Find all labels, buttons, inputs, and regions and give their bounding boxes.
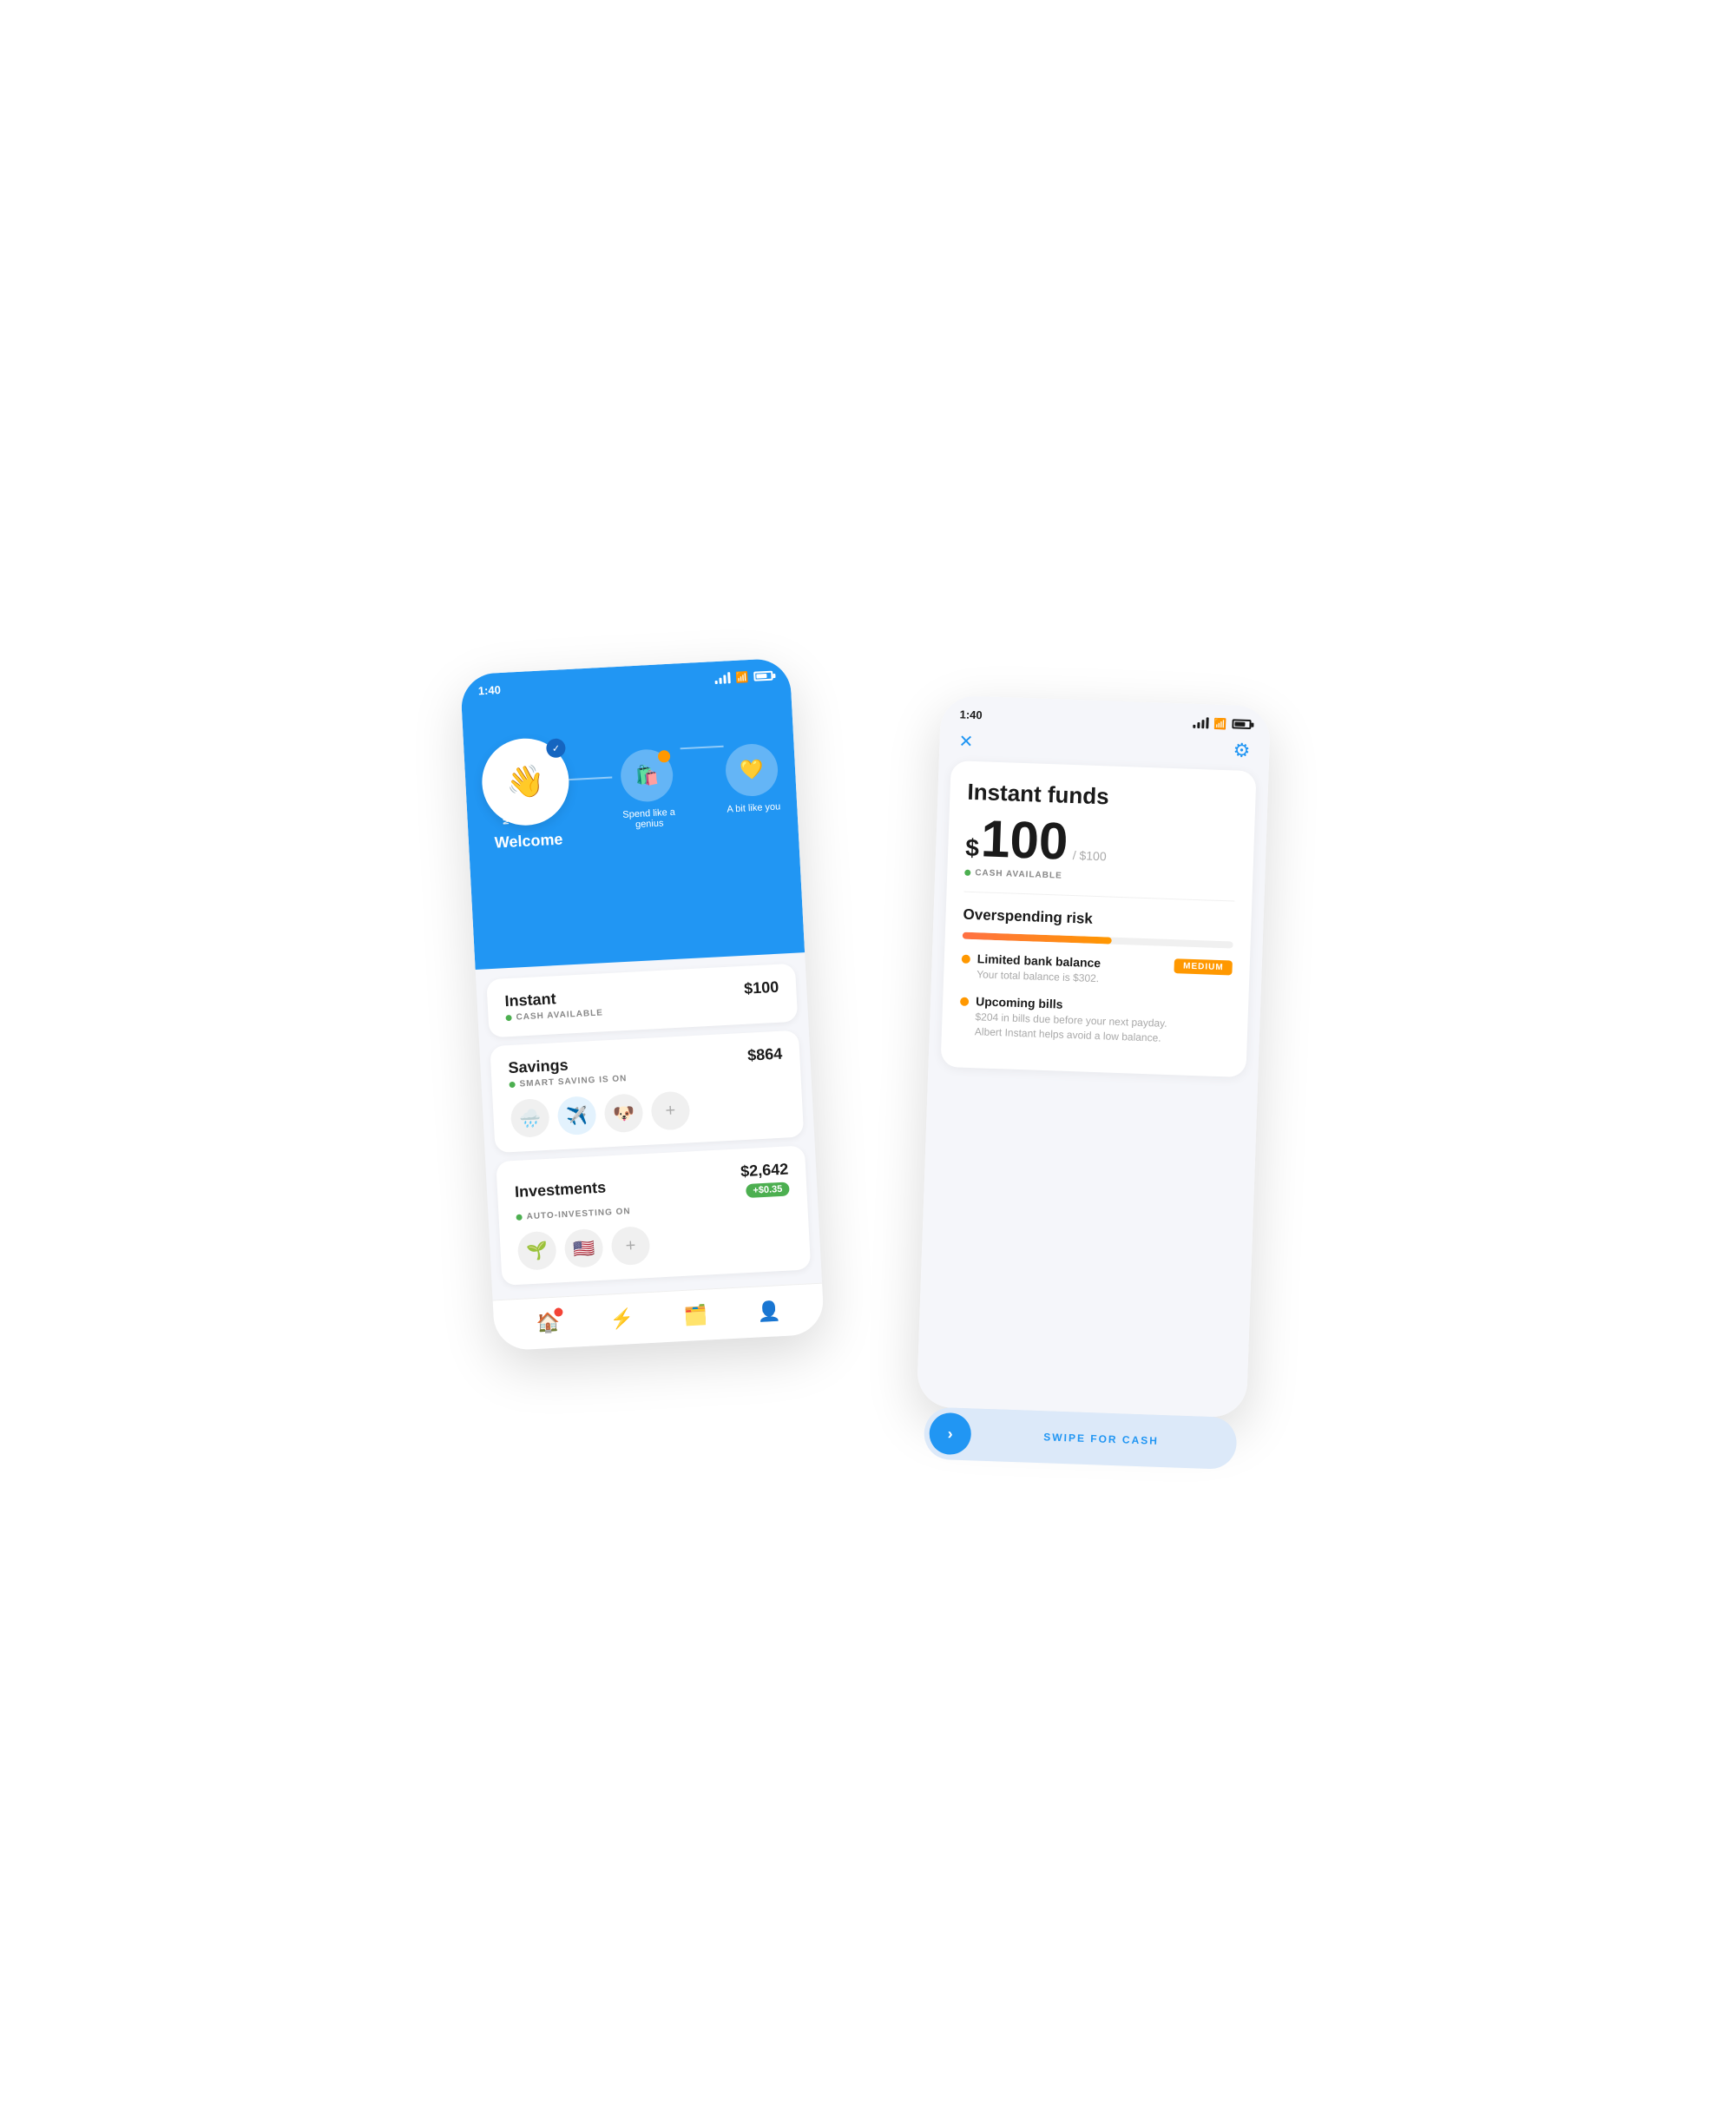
status-icons-phone2: 📶 [1193, 716, 1251, 730]
savings-card[interactable]: Savings $864 SMART SAVING IS ON 🌧️ ✈️ 🐶 … [490, 1030, 804, 1153]
mission-emoji-abit: 💛 [740, 758, 765, 781]
savings-avatar-row: 🌧️ ✈️ 🐶 + [510, 1086, 786, 1138]
mission-item-welcome: 👋 ✓ Welcome [480, 736, 573, 852]
mission-emoji-welcome: 👋 [505, 763, 546, 801]
mission-circle-spend: 🛍️ [620, 748, 674, 803]
phone1-body: Instant $100 CASH AVAILABLE Savings $864… [476, 952, 822, 1296]
investments-avatar-2: 🇺🇸 [563, 1228, 603, 1268]
investments-card-subtitle: AUTO-INVESTING ON [526, 1207, 631, 1221]
phone2-content: Instant funds $ 100 / $100 CASH AVAILABL… [940, 760, 1256, 1077]
cash-available-dot [964, 870, 970, 876]
mission-emoji-spend: 🛍️ [635, 764, 660, 787]
savings-avatar-2: ✈️ [556, 1096, 596, 1135]
amount-row: $ 100 / $100 [965, 813, 1238, 874]
mission-check-icon: ✓ [546, 738, 566, 758]
signal-icon-phone2 [1193, 717, 1208, 729]
missions-track: 👋 ✓ Welcome 🛍️ Spend like a genius [461, 681, 799, 854]
risk-desc-2: $204 in bills due before your next payda… [975, 1010, 1167, 1045]
mission-label-welcome: Welcome [494, 831, 563, 852]
cash-available-label: CASH AVAILABLE [975, 868, 1062, 881]
phone1-header: 1:40 📶 MISSIONS [460, 658, 805, 970]
instant-card-title: Instant [504, 990, 556, 1010]
swipe-label: SWIPE FOR CASH [970, 1428, 1231, 1449]
connector1 [569, 776, 612, 780]
phone2: 1:40 📶 ✕ ⚙ [917, 695, 1271, 1419]
instant-status-dot [505, 1015, 511, 1021]
investments-avatar-1: 🌱 [517, 1231, 557, 1271]
instant-card-subtitle: CASH AVAILABLE [516, 1008, 603, 1022]
connector2 [681, 746, 724, 750]
signal-icon [714, 672, 731, 684]
risk-fill [963, 932, 1112, 945]
battery-icon [753, 671, 773, 681]
savings-card-amount: $864 [747, 1045, 783, 1065]
settings-button[interactable]: ⚙ [1233, 739, 1251, 762]
battery-icon-phone2 [1232, 719, 1251, 729]
investments-avatar-add[interactable]: + [610, 1226, 650, 1266]
savings-card-title: Savings [508, 1056, 569, 1078]
savings-avatar-add[interactable]: + [650, 1090, 690, 1130]
investments-card-title: Investments [515, 1179, 607, 1201]
investments-card[interactable]: Investments $2,642 +$0.35 AUTO-INVESTING… [496, 1145, 811, 1285]
investments-avatar-row: 🌱 🇺🇸 + [517, 1218, 793, 1270]
savings-card-subtitle: SMART SAVING IS ON [519, 1074, 627, 1089]
amount-limit: / $100 [1072, 848, 1106, 863]
investments-status-dot [516, 1214, 522, 1221]
dollar-sign: $ [965, 834, 980, 863]
amount-big: 100 [980, 813, 1069, 867]
mission-circle-welcome: 👋 ✓ [480, 736, 571, 827]
divider1 [964, 892, 1235, 902]
nav-profile[interactable]: 👤 [757, 1300, 782, 1323]
swipe-arrow-icon: › [947, 1425, 953, 1443]
instant-card[interactable]: Instant $100 CASH AVAILABLE [486, 964, 798, 1038]
investments-card-amount: $2,642 [740, 1160, 789, 1181]
instant-card-amount: $100 [744, 978, 779, 998]
mission-item-spend: 🛍️ Spend like a genius [611, 747, 685, 831]
swipe-container[interactable]: › SWIPE FOR CASH [924, 1406, 1238, 1470]
instant-funds-title: Instant funds [967, 779, 1239, 815]
mission-label-spend: Spend like a genius [614, 806, 684, 831]
savings-avatar-3: 🐶 [603, 1093, 643, 1133]
nav-activity[interactable]: ⚡ [609, 1307, 635, 1331]
investments-badge: +$0.35 [746, 1182, 790, 1198]
risk-item-bills: Upcoming bills $204 in bills due before … [959, 993, 1232, 1047]
mission-label-abit: A bit like you [727, 801, 780, 814]
swipe-arrow[interactable]: › [929, 1412, 972, 1456]
close-button[interactable]: ✕ [958, 730, 974, 753]
risk-level-badge: MEDIUM [1174, 958, 1233, 975]
time-phone1: 1:40 [477, 683, 501, 697]
time-phone2: 1:40 [959, 708, 983, 721]
mission-item-abit: 💛 A bit like you [724, 742, 781, 814]
risk-bar [963, 932, 1233, 949]
wifi-icon-phone2: 📶 [1213, 717, 1226, 730]
risk-dot-1 [962, 955, 970, 964]
nav-wallet[interactable]: 🗂️ [683, 1304, 708, 1327]
nav-home-badge [554, 1307, 563, 1317]
phone1: 1:40 📶 MISSIONS [460, 658, 825, 1352]
risk-item-balance: Limited bank balance Your total balance … [961, 951, 1233, 991]
nav-home[interactable]: 🏠 [536, 1311, 561, 1334]
scene: 1:40 📶 MISSIONS [477, 631, 1259, 1482]
phone2-inner: 1:40 📶 ✕ ⚙ [917, 695, 1271, 1419]
wifi-icon: 📶 [735, 671, 749, 684]
overspending-title: Overspending risk [963, 906, 1234, 933]
risk-desc-1: Your total balance is $302. [976, 967, 1101, 986]
risk-dot-2 [960, 997, 969, 1005]
mission-dot-spend [658, 750, 671, 763]
savings-status-dot [509, 1082, 515, 1088]
mission-circle-abit: 💛 [724, 743, 779, 798]
savings-avatar-1: 🌧️ [510, 1098, 550, 1138]
